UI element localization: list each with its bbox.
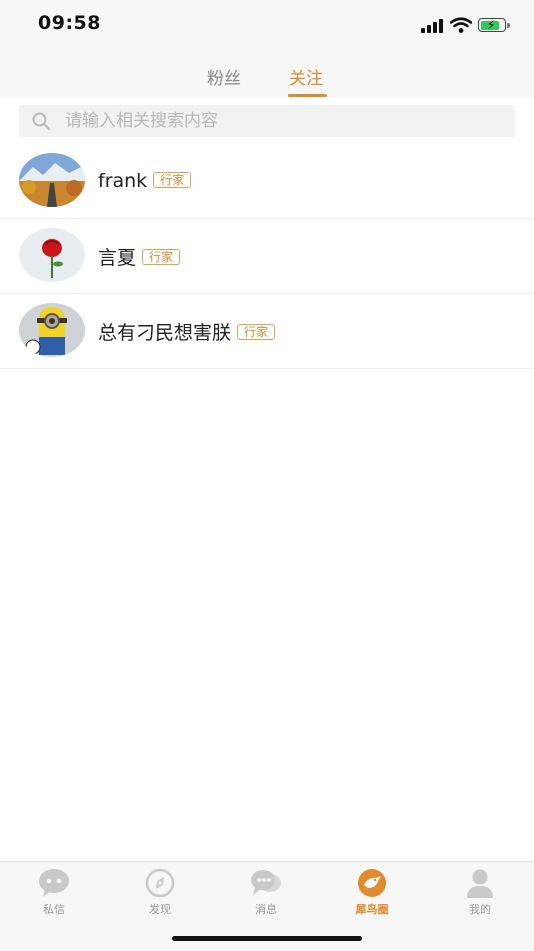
expert-badge: 行家 (237, 323, 276, 340)
user-icon (467, 869, 493, 898)
nav-item-profile[interactable]: 我的 (440, 868, 520, 917)
tab-header: 粉丝 关注 (0, 50, 534, 98)
user-name: 总有刁民想害朕 (98, 321, 232, 344)
tab-fans[interactable]: 粉丝 (207, 64, 241, 89)
nav-label: 消息 (255, 903, 277, 916)
search-input[interactable] (63, 110, 487, 132)
wifi-icon (450, 17, 472, 33)
status-bar: 09:58 ⚡ (0, 0, 534, 50)
search-icon (32, 112, 50, 130)
expert-badge: 行家 (153, 172, 192, 188)
search-bar[interactable] (19, 105, 515, 137)
tab-following[interactable]: 关注 (289, 64, 323, 89)
cellular-signal-icon (421, 19, 445, 33)
compass-icon (145, 868, 175, 898)
nav-label: 发现 (149, 903, 171, 916)
expert-badge: 行家 (142, 248, 181, 265)
hornbill-circle-icon (358, 869, 386, 897)
avatar (19, 153, 85, 207)
battery-cap (507, 23, 510, 28)
nav-item-hornbill-circle[interactable]: 犀鸟圈 (332, 868, 412, 917)
nav-item-notifications[interactable]: 消息 (226, 868, 306, 917)
home-indicator (172, 936, 362, 941)
following-user: frank 行家 (98, 170, 192, 192)
user-name: 言夏 (98, 246, 137, 269)
list-item[interactable]: frank 行家 (0, 144, 534, 219)
user-name: frank (98, 170, 148, 192)
nav-item-discover[interactable]: 发现 (120, 868, 200, 917)
nav-label: 犀鸟圈 (355, 903, 389, 916)
nav-label: 私信 (43, 903, 65, 916)
avatar (19, 228, 85, 282)
list-item[interactable]: 言夏 行家 (0, 219, 534, 294)
avatar (19, 303, 85, 357)
nav-item-messages-private[interactable]: 私信 (14, 868, 94, 917)
messages-icon (251, 870, 281, 895)
following-list: frank 行家 言夏 行家 总有刁民想害朕 行家 (0, 144, 534, 369)
status-time: 09:58 (38, 12, 101, 34)
nav-label: 我的 (469, 903, 491, 916)
active-tab-indicator (288, 94, 327, 97)
chat-bubble-icon (39, 869, 69, 897)
following-user: 言夏 行家 (98, 243, 181, 270)
battery-icon: ⚡ (478, 18, 506, 32)
following-user: 总有刁民想害朕 行家 (98, 318, 276, 345)
list-item[interactable]: 总有刁民想害朕 行家 (0, 294, 534, 369)
